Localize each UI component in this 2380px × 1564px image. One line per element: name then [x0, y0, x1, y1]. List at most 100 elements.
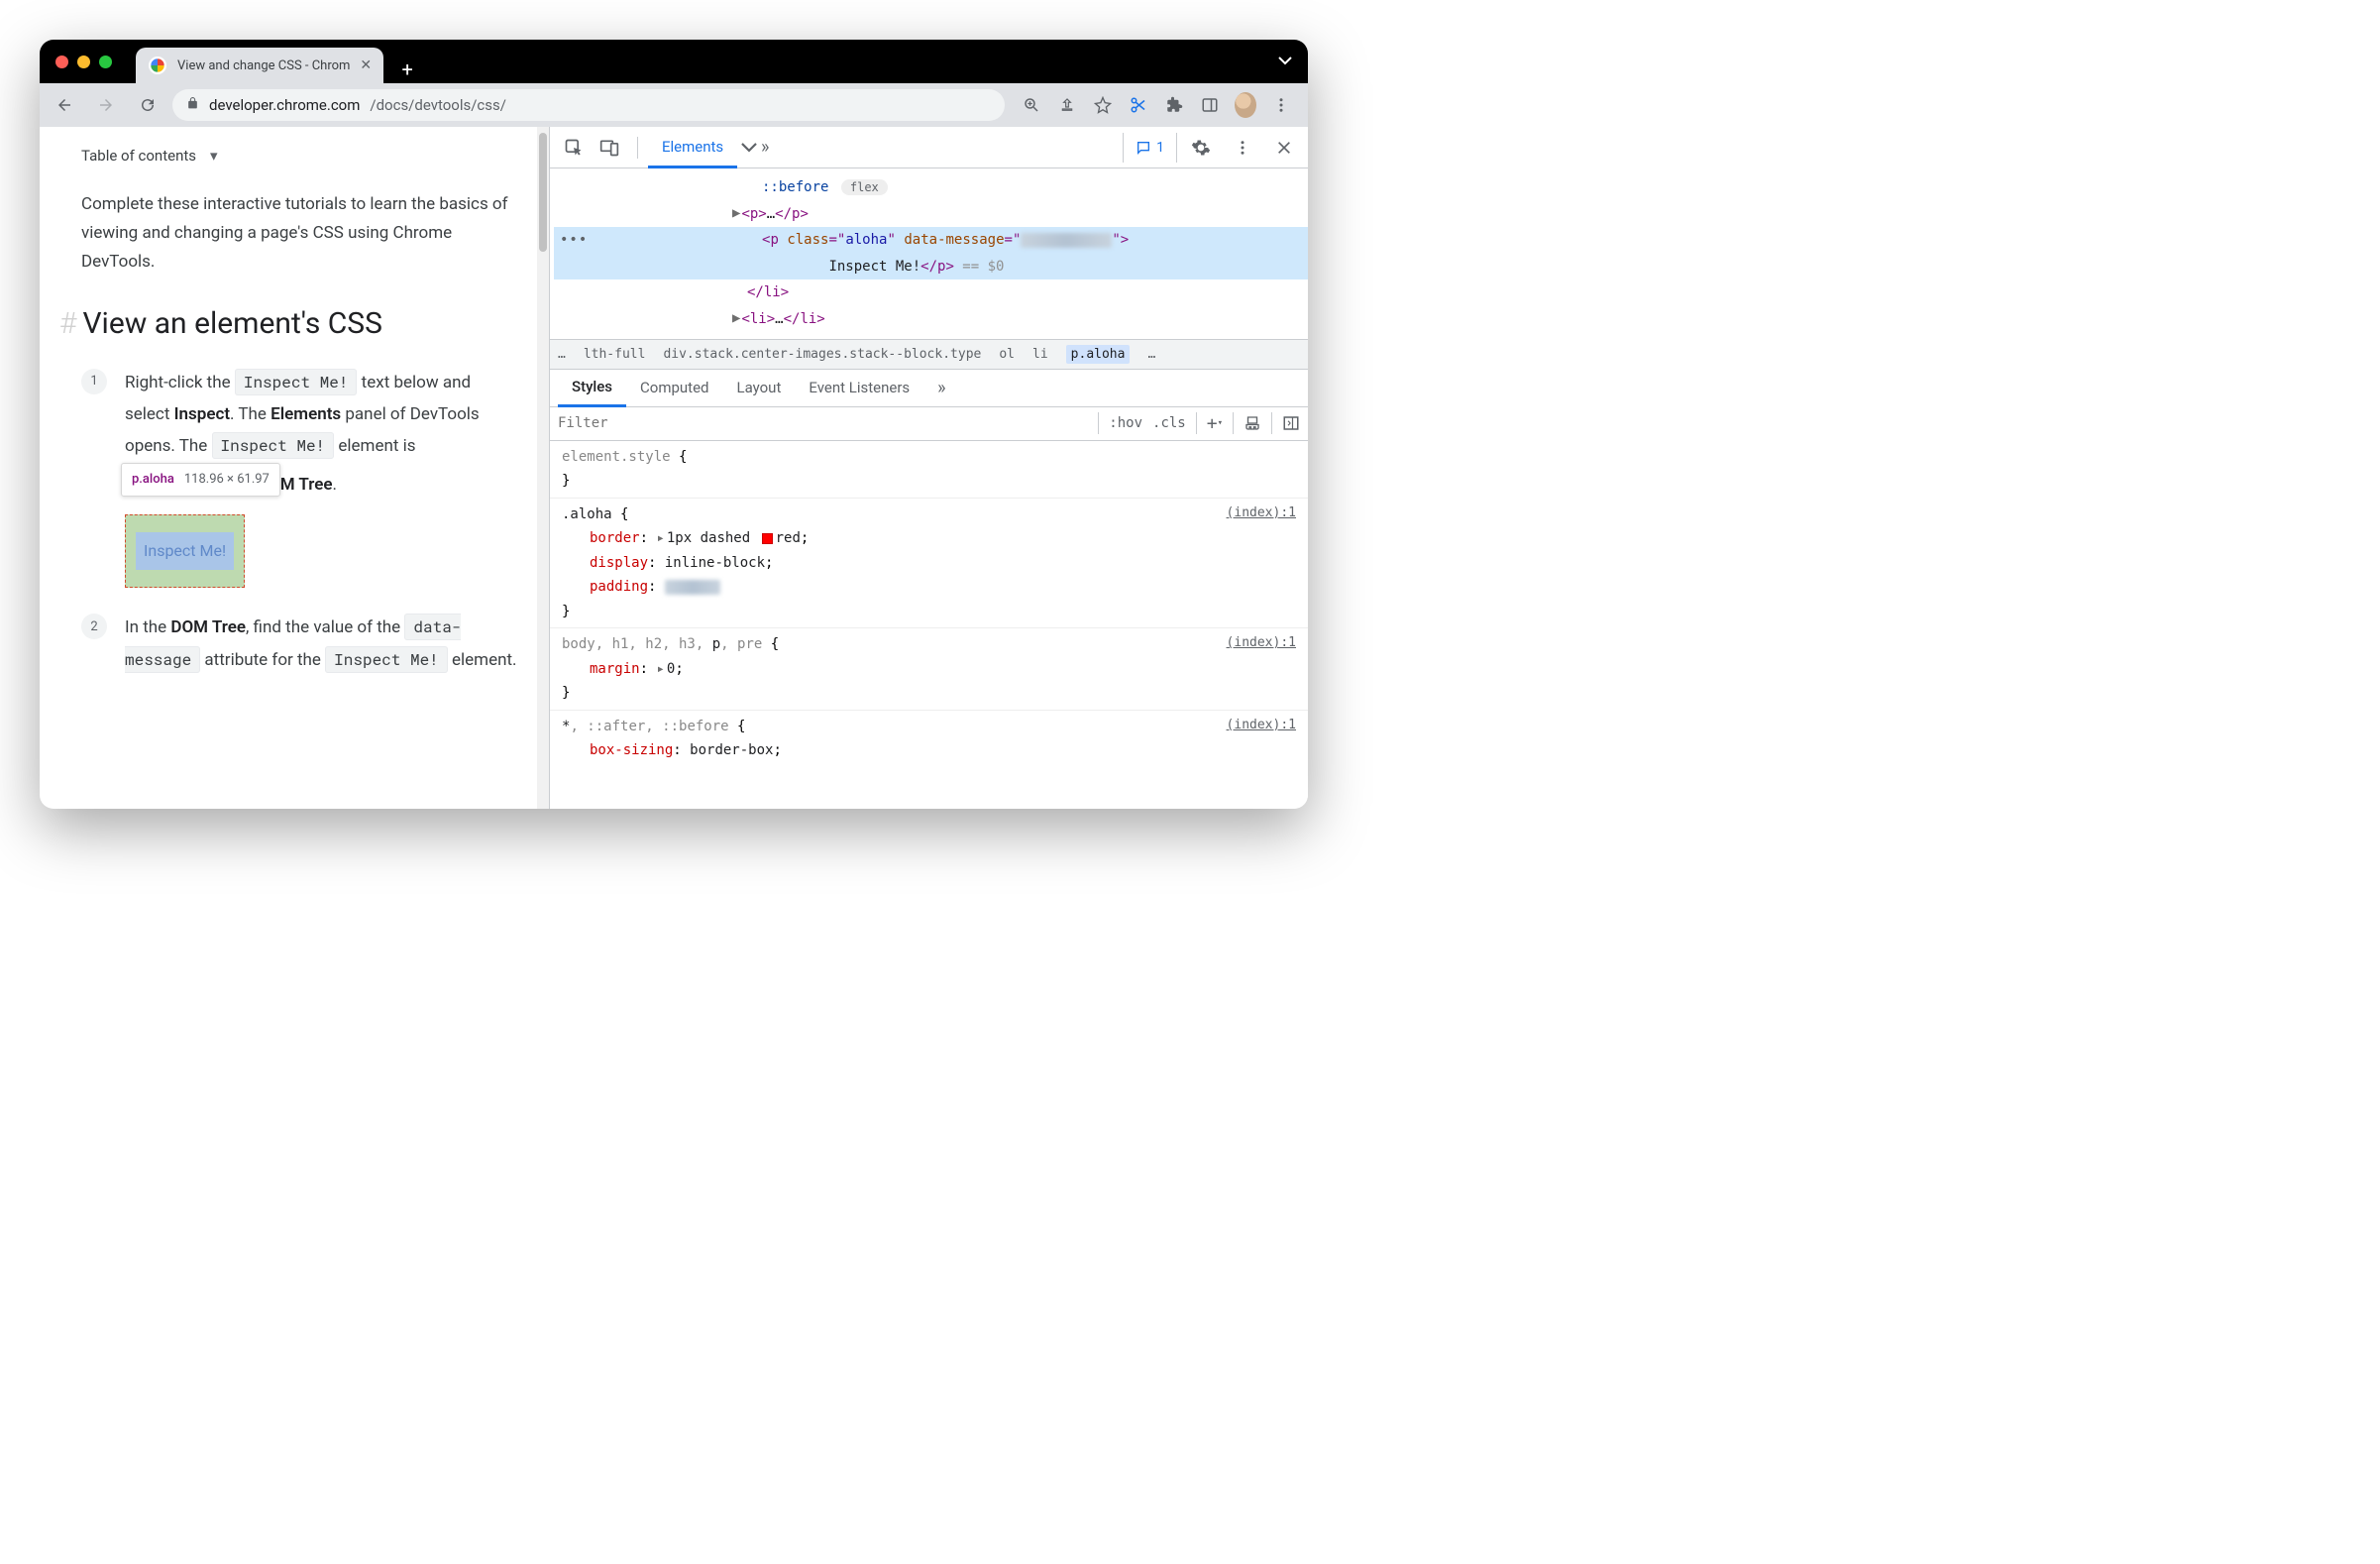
window-controls — [55, 56, 112, 68]
section-heading: #View an element's CSS — [81, 306, 519, 341]
dom-node[interactable]: ▶<p>…</p> — [554, 201, 1308, 228]
computed-toggle-icon[interactable] — [1271, 412, 1300, 434]
maximize-window-button[interactable] — [99, 56, 112, 68]
browser-window: View and change CSS - Chrom ✕ + develope… — [40, 40, 1308, 809]
dom-node[interactable]: </li> — [554, 279, 1308, 306]
step-number: 1 — [81, 369, 107, 394]
browser-tab[interactable]: View and change CSS - Chrom ✕ — [136, 48, 383, 83]
chevron-down-icon: ▾ — [210, 147, 218, 165]
share-icon[interactable] — [1056, 94, 1078, 116]
url-domain: developer.chrome.com — [209, 96, 360, 114]
event-listeners-tab[interactable]: Event Listeners — [795, 369, 923, 406]
dom-node-selected[interactable]: •••<p class="aloha" data-message=""> Ins… — [554, 227, 1308, 279]
tab-title: View and change CSS - Chrom — [177, 58, 350, 73]
crumb[interactable]: div.stack.center-images.stack--block.typ… — [663, 347, 981, 362]
devtools-toolbar: Elements » 1 — [550, 127, 1308, 168]
rule-source-link[interactable]: (index):1 — [1227, 503, 1296, 525]
scrollbar-track[interactable] — [537, 127, 549, 809]
scrollbar-thumb[interactable] — [539, 133, 547, 252]
crumb-active[interactable]: p.aloha — [1066, 345, 1131, 364]
styles-filter-input[interactable] — [558, 415, 1098, 431]
devtools-menu-icon[interactable] — [1225, 130, 1260, 166]
code-pill: Inspect Me! — [325, 646, 448, 673]
inspect-element-icon[interactable] — [556, 130, 592, 166]
table-of-contents-toggle[interactable]: Table of contents ▾ — [81, 147, 519, 165]
omnibox[interactable]: developer.chrome.com/docs/devtools/css/ — [172, 89, 1005, 121]
tooltip-dimensions: 118.96 × 61.97 — [184, 468, 270, 493]
bookmark-star-icon[interactable] — [1092, 94, 1114, 116]
rule-source-link[interactable]: (index):1 — [1227, 632, 1296, 655]
styles-sidebar-tabs: Styles Computed Layout Event Listeners » — [550, 370, 1308, 407]
css-rule-element-style[interactable]: element.style { } — [550, 441, 1308, 499]
url-path: /docs/devtools/css/ — [370, 96, 506, 114]
issues-button[interactable]: 1 — [1123, 133, 1177, 163]
toc-label: Table of contents — [81, 147, 196, 165]
tooltip-selector: p.aloha — [132, 468, 174, 493]
dom-tree[interactable]: ::before flex ▶<p>…</p> •••<p class="alo… — [550, 168, 1308, 340]
more-panes-icon[interactable]: » — [923, 369, 959, 406]
content-area: Table of contents ▾ Complete these inter… — [40, 127, 1308, 809]
close-tab-icon[interactable]: ✕ — [358, 54, 374, 77]
address-bar: developer.chrome.com/docs/devtools/css/ — [40, 83, 1308, 127]
styles-tab[interactable]: Styles — [558, 370, 626, 407]
blurred-value — [1021, 233, 1112, 248]
step-1: 1 Right-click the Inspect Me! text below… — [81, 367, 519, 589]
new-tab-button[interactable]: + — [393, 56, 421, 83]
devtools-panel: Elements » 1 — [549, 127, 1308, 809]
paint-brush-icon[interactable] — [1233, 412, 1261, 434]
anchor-hash-icon[interactable]: # — [59, 306, 76, 341]
computed-tab[interactable]: Computed — [626, 369, 723, 406]
dom-breadcrumbs[interactable]: … lth-full div.stack.center-images.stack… — [550, 340, 1308, 370]
reload-button[interactable] — [131, 88, 164, 122]
more-tabs-icon[interactable]: » — [737, 130, 773, 166]
device-toolbar-icon[interactable] — [592, 130, 627, 166]
minimize-window-button[interactable] — [77, 56, 90, 68]
crumb[interactable]: li — [1032, 347, 1048, 362]
tab-strip: View and change CSS - Chrom ✕ + — [136, 40, 421, 83]
inspect-me-text: Inspect Me! — [136, 532, 234, 570]
toolbar-icons — [1013, 94, 1300, 116]
profile-avatar[interactable] — [1235, 94, 1256, 116]
step-body: In the DOM Tree, find the value of the d… — [125, 612, 519, 676]
tabs-dropdown-icon[interactable] — [1278, 55, 1292, 69]
settings-gear-icon[interactable] — [1183, 130, 1219, 166]
css-rule-universal[interactable]: (index):1 *, ::after, ::before { box-siz… — [550, 711, 1308, 767]
chrome-favicon-icon — [149, 56, 166, 74]
layout-tab[interactable]: Layout — [723, 369, 796, 406]
back-button[interactable] — [48, 88, 81, 122]
step-number: 2 — [81, 614, 107, 639]
extensions-icon[interactable] — [1163, 94, 1185, 116]
dom-node[interactable]: ▶<li>…</li> — [554, 306, 1308, 333]
crumb[interactable]: lth-full — [584, 347, 646, 362]
css-rules: element.style { } (index):1 .aloha { bor… — [550, 441, 1308, 767]
close-devtools-icon[interactable] — [1266, 130, 1302, 166]
page-intro: Complete these interactive tutorials to … — [81, 190, 519, 277]
chrome-menu-icon[interactable] — [1270, 94, 1292, 116]
step-body: Right-click the Inspect Me! text below a… — [125, 367, 519, 589]
cls-toggle[interactable]: .cls — [1152, 415, 1186, 431]
crumb[interactable]: ol — [999, 347, 1015, 362]
blurred-value — [665, 580, 720, 595]
close-window-button[interactable] — [55, 56, 68, 68]
scissors-icon[interactable] — [1128, 94, 1149, 116]
elements-tab[interactable]: Elements — [648, 127, 737, 168]
inspect-me-element[interactable]: Inspect Me! — [125, 514, 245, 588]
hov-toggle[interactable]: :hov — [1098, 412, 1142, 434]
page-content: Table of contents ▾ Complete these inter… — [40, 127, 549, 809]
sidepanel-icon[interactable] — [1199, 94, 1221, 116]
color-swatch-icon[interactable] — [762, 533, 773, 544]
forward-button[interactable] — [89, 88, 123, 122]
rule-source-link[interactable]: (index):1 — [1227, 715, 1296, 737]
new-style-rule-icon[interactable]: +▾ — [1196, 412, 1223, 434]
css-rule-aloha[interactable]: (index):1 .aloha { border: ▸1px dashed r… — [550, 499, 1308, 629]
dom-node-before[interactable]: ::before flex — [554, 174, 1308, 201]
code-pill: Inspect Me! — [212, 432, 335, 459]
lock-icon — [186, 96, 199, 114]
styles-filter-row: :hov .cls +▾ — [550, 407, 1308, 441]
element-tooltip: p.aloha 118.96 × 61.97 — [121, 463, 280, 498]
zoom-icon[interactable] — [1021, 94, 1042, 116]
code-pill: Inspect Me! — [235, 369, 358, 395]
titlebar: View and change CSS - Chrom ✕ + — [40, 40, 1308, 83]
css-rule-body-etc[interactable]: (index):1 body, h1, h2, h3, p, pre { mar… — [550, 628, 1308, 711]
step-2: 2 In the DOM Tree, find the value of the… — [81, 612, 519, 676]
